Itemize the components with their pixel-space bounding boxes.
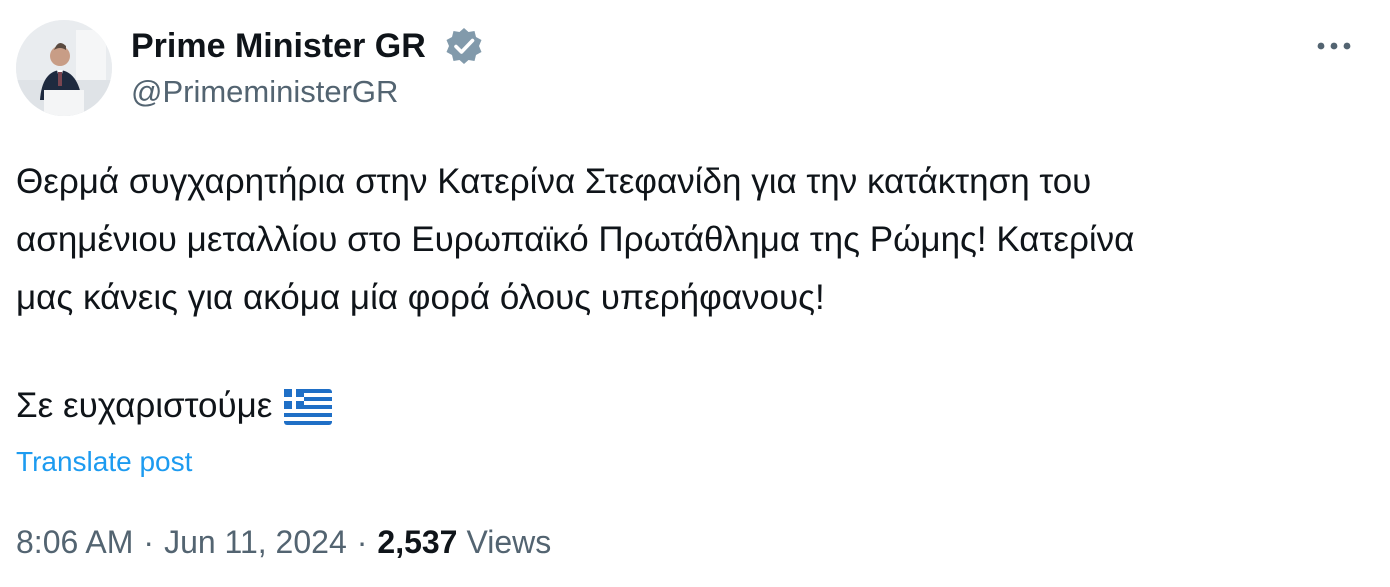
greek-flag-icon [284, 388, 333, 425]
author-name[interactable]: Prime Minister GR [131, 26, 426, 66]
meta-separator: · [143, 524, 155, 560]
post-date[interactable]: Jun 11, 2024 [164, 524, 347, 560]
post-text-line: ασημένιου μεταλλίου στο Ευρωπαϊκό Πρωτάθ… [16, 220, 1135, 259]
post-text-line: Θερμά συγχαρητήρια στην Κατερίνα Στεφανί… [16, 162, 1092, 201]
post-text: Θερμά συγχαρητήρια στην Κατερίνα Στεφανί… [16, 153, 1356, 327]
translate-post-link[interactable]: Translate post [16, 444, 192, 480]
post-text-line: μας κάνεις για ακόμα μία φορά όλους υπερ… [16, 278, 825, 317]
more-options-button[interactable] [1310, 28, 1358, 64]
post-closing: Σε ευχαριστούμε [16, 380, 333, 432]
more-options-icon [1317, 42, 1351, 50]
verified-badge-icon [444, 26, 484, 66]
post-closing-text: Σε ευχαριστούμε [16, 386, 273, 425]
meta-separator: · [356, 524, 368, 560]
views-count: 2,537 [377, 524, 458, 560]
author-handle[interactable]: @PrimeministerGR [131, 72, 398, 112]
views-label: Views [466, 524, 552, 560]
avatar-photo [16, 20, 112, 116]
tweet-card: Prime Minister GR @PrimeministerGR Θερμά… [0, 0, 1390, 587]
post-meta: 8:06 AM · Jun 11, 2024 · 2,537 Views [16, 520, 551, 564]
post-time[interactable]: 8:06 AM [16, 524, 133, 560]
author-avatar[interactable] [16, 20, 112, 116]
